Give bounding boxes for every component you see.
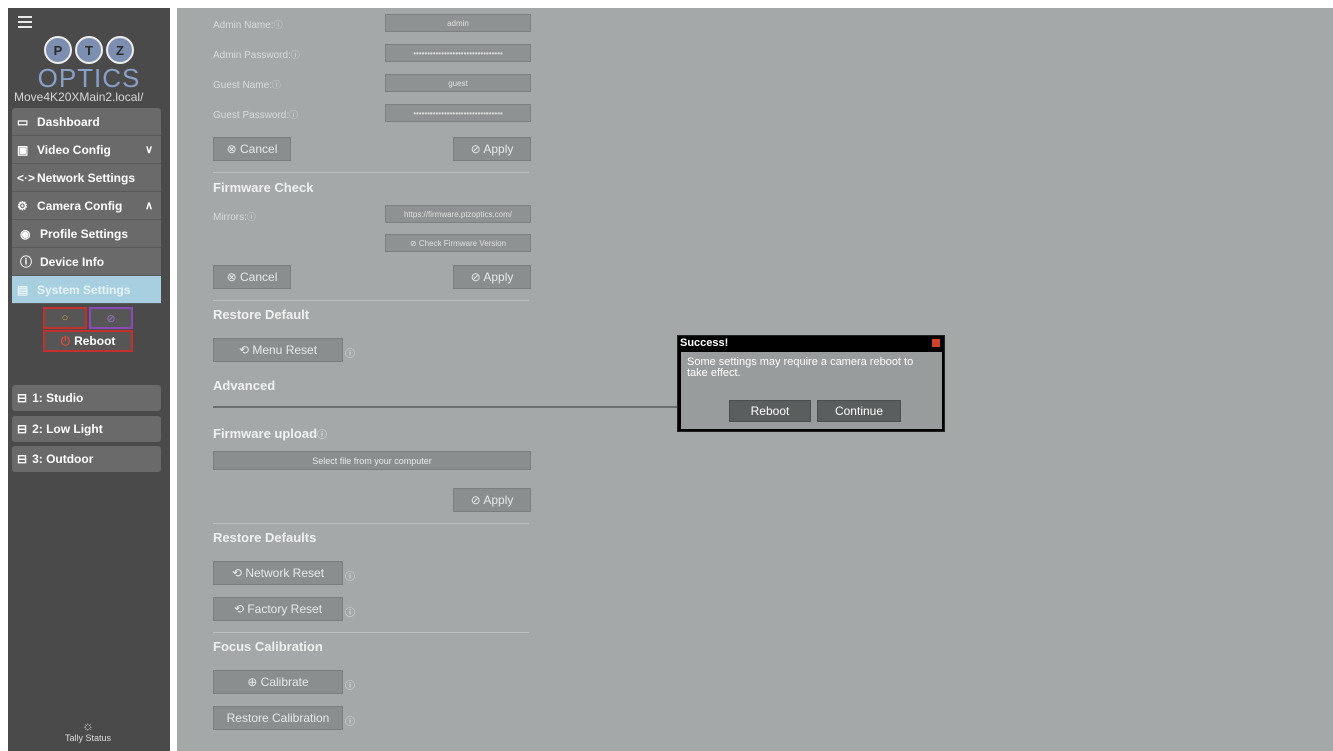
preset-studio[interactable]: ⊟ 1: Studio bbox=[12, 385, 161, 411]
divider bbox=[213, 300, 529, 301]
admin-password-label: Admin Password:ⓘ bbox=[213, 50, 300, 61]
info-icon: ⓘ bbox=[20, 255, 33, 269]
success-dialog: Success! Some settings may require a cam… bbox=[677, 335, 945, 432]
preset-login-icon: ⊟ bbox=[17, 422, 28, 436]
camera-icon: ▭ bbox=[17, 114, 29, 129]
info-icon[interactable]: ⓘ bbox=[345, 568, 355, 583]
nav-item-camera-config[interactable]: ⚙ Camera Config ∧ bbox=[12, 192, 161, 220]
nav-item-network-settings[interactable]: <·> Network Settings bbox=[12, 164, 161, 192]
nav-item-device-info[interactable]: ⓘ Device Info bbox=[12, 248, 161, 276]
preset-outdoor[interactable]: ⊟ 3: Outdoor bbox=[12, 446, 161, 472]
info-icon[interactable]: ⓘ bbox=[317, 430, 327, 441]
logo-letter-z: Z bbox=[106, 36, 134, 64]
user-icon: ◉ bbox=[20, 226, 31, 241]
guest-name-label: Guest Name:ⓘ bbox=[213, 80, 281, 91]
guest-password-label: Guest Password:ⓘ bbox=[213, 110, 299, 121]
dialog-continue-button[interactable]: Continue bbox=[817, 400, 901, 422]
info-icon[interactable]: ⓘ bbox=[345, 677, 355, 692]
calibrate-button[interactable]: ⊕ Calibrate bbox=[213, 670, 343, 694]
chevron-up-icon[interactable]: ∧ bbox=[145, 199, 153, 212]
restore-defaults-title: Restore Defaults bbox=[213, 530, 317, 545]
nav-menu: ▭ Dashboard ▣ Video Config ∨ <·> Network Se… bbox=[12, 108, 161, 304]
restore-default-title: Restore Default bbox=[213, 307, 310, 322]
info-icon[interactable]: ⓘ bbox=[272, 80, 281, 90]
preset-login-icon: ⊟ bbox=[17, 391, 28, 405]
info-icon[interactable]: ⓘ bbox=[291, 50, 300, 60]
admin-name-label: Admin Name:ⓘ bbox=[213, 20, 283, 31]
sidebar: P T Z OPTICS Move4K20XMain2.local/ ▭ Dash… bbox=[8, 8, 170, 751]
lightbulb-icon: ☼ bbox=[82, 718, 94, 733]
tally-status[interactable]: ☼ Tally Status bbox=[58, 718, 118, 743]
info-icon[interactable]: ⓘ bbox=[345, 345, 355, 360]
gear-icon: ⚙ bbox=[17, 198, 28, 213]
restore-calibration-button[interactable]: Restore Calibration bbox=[213, 706, 343, 730]
divider bbox=[213, 632, 529, 633]
chevron-down-icon[interactable]: ∨ bbox=[145, 143, 153, 156]
top-bar bbox=[0, 0, 1333, 8]
logo-word: OPTICS bbox=[37, 63, 141, 93]
nav-item-profile-settings[interactable]: ◉ Profile Settings bbox=[12, 220, 161, 248]
network-reset-button[interactable]: ⟲ Network Reset bbox=[213, 561, 343, 585]
power-controls: ○ ⊘ bbox=[43, 307, 133, 329]
advanced-title: Advanced bbox=[213, 378, 276, 393]
info-icon[interactable]: ⓘ bbox=[274, 20, 283, 30]
focus-calibration-title: Focus Calibration bbox=[213, 639, 323, 654]
upload-apply-button[interactable]: ⊘ Apply bbox=[453, 488, 531, 512]
standby-button[interactable]: ⊘ bbox=[89, 307, 133, 329]
info-icon[interactable]: ⓘ bbox=[345, 604, 355, 619]
power-icon: ⏻ bbox=[60, 333, 71, 348]
credentials-apply-button[interactable]: ⊘ Apply bbox=[453, 137, 531, 161]
menu-reset-button[interactable]: ⟲ Menu Reset bbox=[213, 338, 343, 362]
network-icon: <·> bbox=[17, 170, 36, 185]
check-firmware-button[interactable]: ⊘ Check Firmware Version bbox=[385, 234, 531, 252]
advanced-divider bbox=[213, 406, 677, 408]
dialog-body: Some settings may require a camera reboo… bbox=[681, 352, 942, 429]
guest-name-field[interactable]: guest bbox=[385, 74, 531, 92]
mirrors-label: Mirrors:ⓘ bbox=[213, 212, 256, 223]
select-file-button[interactable]: Select file from your computer bbox=[213, 451, 531, 470]
factory-reset-button[interactable]: ⟲ Factory Reset bbox=[213, 597, 343, 621]
logo-letter-t: T bbox=[75, 36, 103, 64]
video-settings-icon: ▣ bbox=[17, 142, 29, 157]
hamburger-menu-icon[interactable] bbox=[18, 16, 32, 31]
ptzoptics-logo: P T Z OPTICS bbox=[8, 36, 170, 93]
system-icon: ▤ bbox=[17, 282, 29, 297]
close-icon[interactable] bbox=[932, 339, 940, 347]
admin-name-field[interactable]: admin bbox=[385, 14, 531, 32]
info-icon[interactable]: ⓘ bbox=[289, 110, 298, 120]
nav-item-video-config[interactable]: ▣ Video Config ∨ bbox=[12, 136, 161, 164]
admin-password-field[interactable]: •••••••••••••••••••••••••••••••• bbox=[385, 44, 531, 62]
firmware-cancel-button[interactable]: ⊗ Cancel bbox=[213, 265, 291, 289]
camera-host: Move4K20XMain2.local/ bbox=[14, 90, 144, 104]
credentials-cancel-button[interactable]: ⊗ Cancel bbox=[213, 137, 291, 161]
sidebar-reboot-button[interactable]: ⏻ Reboot bbox=[43, 330, 133, 352]
dialog-message: Some settings may require a camera reboo… bbox=[687, 356, 914, 379]
mirrors-field[interactable]: https://firmware.ptzoptics.com/ bbox=[385, 205, 531, 223]
firmware-apply-button[interactable]: ⊘ Apply bbox=[453, 265, 531, 289]
nav-item-dashboard[interactable]: ▭ Dashboard bbox=[12, 108, 161, 136]
dialog-title: Success! bbox=[680, 337, 729, 349]
preset-low-light[interactable]: ⊟ 2: Low Light bbox=[12, 416, 161, 442]
dialog-reboot-button[interactable]: Reboot bbox=[729, 400, 811, 422]
power-on-button[interactable]: ○ bbox=[43, 307, 87, 329]
firmware-upload-title: Firmware uploadⓘ bbox=[213, 426, 328, 441]
guest-password-field[interactable]: •••••••••••••••••••••••••••••••• bbox=[385, 104, 531, 122]
logo-letter-p: P bbox=[44, 36, 72, 64]
info-icon[interactable]: ⓘ bbox=[345, 713, 355, 728]
preset-login-icon: ⊟ bbox=[17, 452, 28, 466]
firmware-check-title: Firmware Check bbox=[213, 180, 314, 195]
nav-item-system-settings[interactable]: ▤ System Settings bbox=[12, 276, 161, 304]
info-icon[interactable]: ⓘ bbox=[247, 212, 256, 222]
divider bbox=[213, 523, 529, 524]
divider bbox=[213, 172, 529, 173]
